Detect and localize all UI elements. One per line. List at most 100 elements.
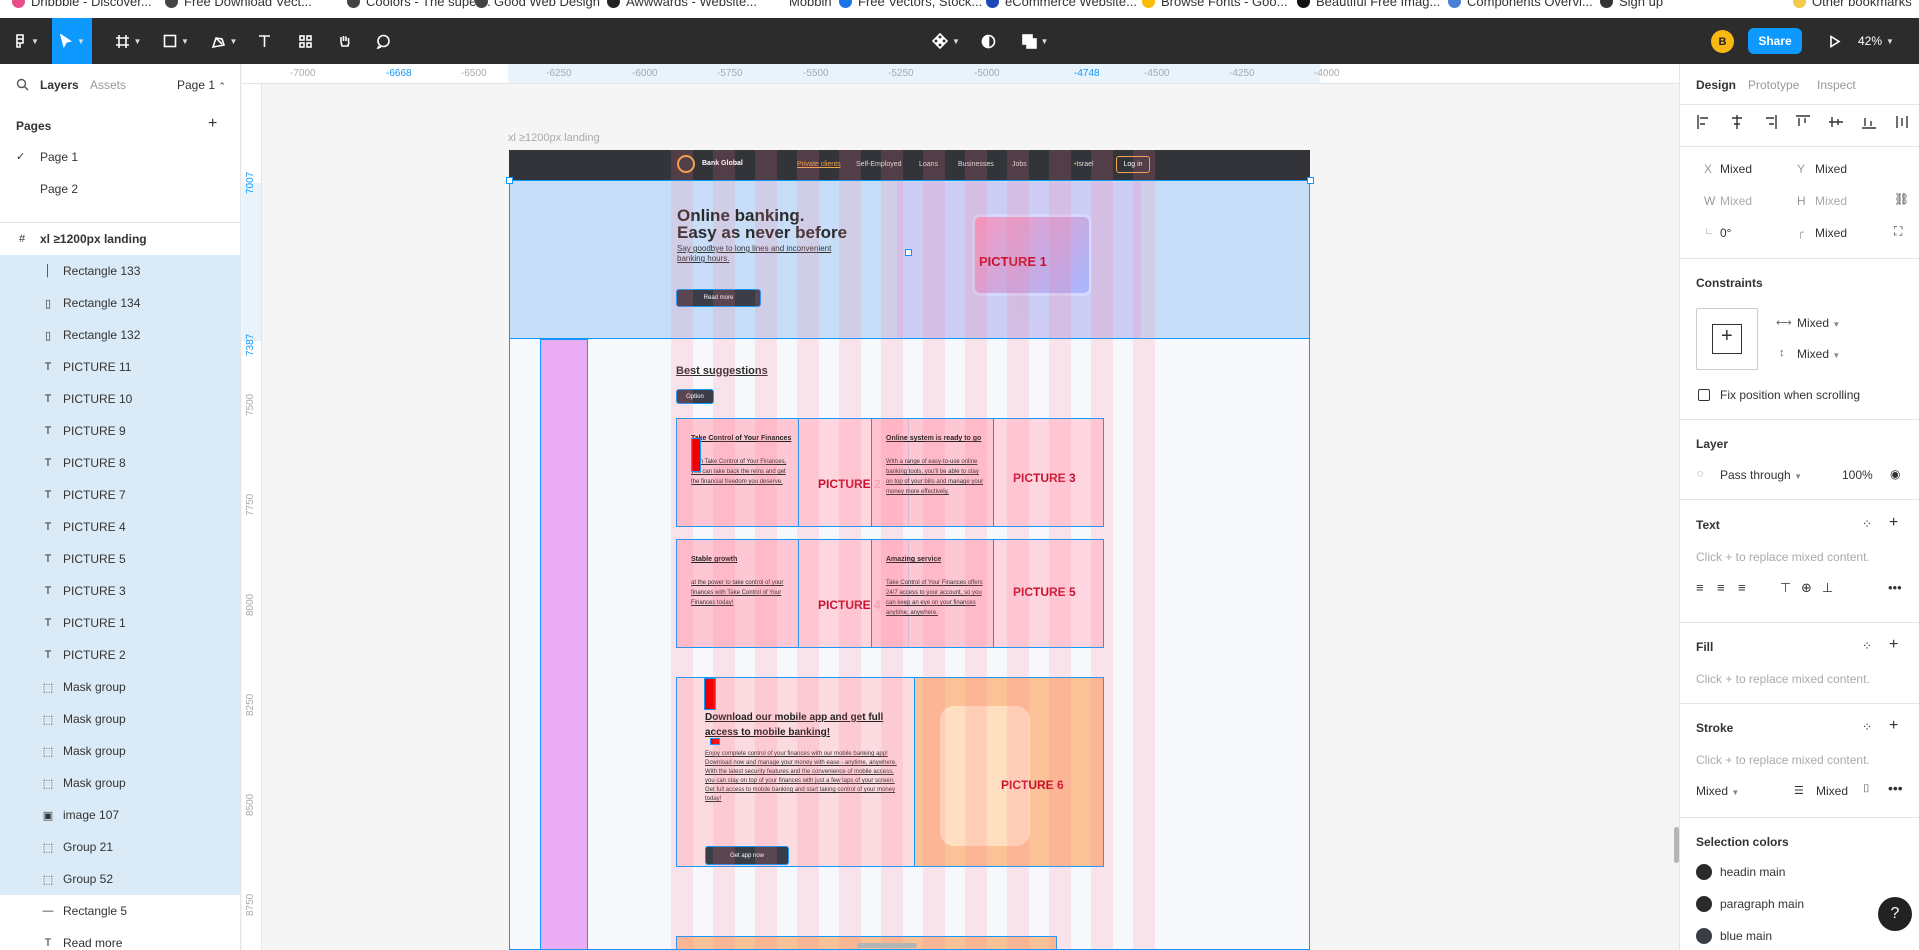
stroke-sides-icon[interactable]: ⌷ — [1863, 783, 1870, 796]
hand-tool-button[interactable] — [332, 18, 356, 64]
color-style-name[interactable]: blue main — [1720, 929, 1772, 943]
bookmark-item[interactable]: Good Web Design — [475, 0, 600, 9]
boolean-ops-button[interactable]: ▼ — [1018, 18, 1052, 64]
layer-item[interactable]: ⬚ Mask group — [0, 735, 240, 767]
fix-position-checkbox[interactable] — [1698, 389, 1710, 401]
x-field[interactable]: Mixed — [1720, 162, 1752, 176]
bookmark-item[interactable]: eCommerce Website... — [986, 0, 1137, 9]
eye-icon[interactable]: ◉ — [1890, 467, 1900, 481]
search-layers-icon[interactable] — [16, 78, 29, 94]
bookmark-item[interactable]: Browse Fonts - Goo... — [1142, 0, 1287, 9]
color-style-name[interactable]: paragraph main — [1720, 897, 1804, 911]
zoom-menu[interactable]: 42% ▼ — [1858, 18, 1894, 64]
selection-handle[interactable] — [905, 249, 912, 256]
frame-resize-handle[interactable] — [506, 177, 513, 184]
constraints-widget[interactable]: + — [1696, 308, 1758, 370]
layer-item[interactable]: T PICTURE 2 — [0, 639, 240, 671]
layer-item[interactable]: T Read more — [0, 927, 240, 950]
color-swatch[interactable] — [1696, 896, 1712, 912]
rectangle-marker[interactable] — [704, 678, 716, 710]
resources-button[interactable] — [293, 18, 317, 64]
main-menu-button[interactable]: ▼ — [10, 18, 42, 64]
layer-item[interactable]: T PICTURE 8 — [0, 447, 240, 479]
add-fill-icon[interactable]: + — [1889, 636, 1898, 654]
layer-item[interactable]: ▣ image 107 — [0, 799, 240, 831]
add-text-style-icon[interactable]: + — [1889, 514, 1898, 532]
rectangle-marker[interactable] — [691, 438, 701, 472]
tab-inspect[interactable]: Inspect — [1817, 78, 1856, 92]
layer-item[interactable]: T PICTURE 10 — [0, 383, 240, 415]
read-more-button[interactable]: Read more — [676, 289, 761, 307]
card-picture[interactable]: PICTURE 3 — [993, 419, 1103, 526]
option-button[interactable]: Option — [676, 389, 714, 404]
nav-link-loans[interactable]: Loans — [919, 161, 938, 168]
tab-assets[interactable]: Assets — [90, 78, 126, 92]
bookmark-item[interactable]: Free Download Vect... — [165, 0, 312, 9]
layer-item[interactable]: T PICTURE 7 — [0, 479, 240, 511]
distribute-icon[interactable] — [1894, 114, 1910, 130]
nav-link-businesses[interactable]: Businesses — [958, 161, 994, 168]
h-field[interactable]: Mixed — [1815, 194, 1847, 208]
constrain-proportions-icon[interactable]: ⛓ — [1894, 192, 1909, 206]
picture-1-label[interactable]: PICTURE 1 — [979, 254, 1047, 269]
move-tool-button[interactable]: ▼ — [52, 18, 92, 64]
more-text-options-icon[interactable]: ••• — [1888, 580, 1902, 595]
layer-item[interactable]: T PICTURE 3 — [0, 575, 240, 607]
app-promo-title[interactable]: Download our mobile app and get full acc… — [705, 710, 915, 740]
stroke-styles-icon[interactable]: ⁘ — [1862, 720, 1872, 734]
tab-layers[interactable]: Layers — [40, 78, 79, 92]
suggestion-card[interactable]: PICTURE 5 Amazing service Take Control of … — [871, 539, 1104, 648]
frame-resize-handle[interactable] — [1307, 177, 1314, 184]
text-tool-button[interactable] — [252, 18, 276, 64]
design-canvas[interactable]: xl ≥1200px landing Bank Global Private c… — [262, 84, 1679, 950]
login-button[interactable]: Log in — [1116, 156, 1150, 173]
layer-item[interactable]: T PICTURE 5 — [0, 543, 240, 575]
vertical-constraint-select[interactable]: Mixed ▼ — [1797, 347, 1840, 361]
suggestion-card[interactable]: PICTURE 3 Online system is ready to go Wit… — [871, 418, 1104, 527]
stroke-weight-field[interactable]: Mixed — [1816, 784, 1848, 798]
bookmark-item[interactable]: Dribbble - Discover... — [12, 0, 152, 9]
text-align-middle-icon[interactable]: ⊕ — [1801, 580, 1812, 596]
layer-frame-xl-landing[interactable]: # xl ≥1200px landing — [0, 223, 240, 255]
independent-corners-icon[interactable]: ⛶ — [1894, 224, 1902, 239]
tab-prototype[interactable]: Prototype — [1748, 78, 1799, 92]
align-horizontal-center-icon[interactable] — [1729, 114, 1745, 130]
card-text[interactable]: Take Control of Your Finances offers 24/… — [886, 578, 986, 618]
nav-link-jobs[interactable]: Jobs — [1012, 161, 1027, 168]
w-field[interactable]: Mixed — [1720, 194, 1752, 208]
align-left-icon[interactable] — [1696, 114, 1712, 130]
text-align-bottom-icon[interactable]: ⊥ — [1822, 580, 1833, 596]
text-align-right-icon[interactable]: ≡ — [1738, 580, 1746, 595]
card-title[interactable]: Online system is ready to go — [886, 435, 981, 442]
layer-item[interactable]: │ Rectangle 133 — [0, 255, 240, 287]
component-actions-button[interactable]: ▼ — [928, 18, 964, 64]
align-bottom-icon[interactable] — [1861, 114, 1877, 130]
more-options-icon[interactable]: ••• — [1888, 780, 1903, 796]
nav-link-self-employed[interactable]: Self-Employed — [856, 161, 902, 168]
opacity-field[interactable]: 100% — [1842, 468, 1873, 482]
layer-item[interactable]: ▯ Rectangle 134 — [0, 287, 240, 319]
text-align-top-icon[interactable]: ⊤ — [1780, 580, 1791, 596]
layer-item[interactable]: — Rectangle 5 — [0, 895, 240, 927]
present-button[interactable] — [1822, 18, 1846, 64]
site-nav[interactable]: Bank Global Private clients Self-Employe… — [509, 150, 1310, 180]
card-title[interactable]: Stable growth — [691, 556, 737, 563]
tab-design[interactable]: Design — [1696, 78, 1736, 92]
layer-item[interactable]: ▯ Rectangle 132 — [0, 319, 240, 351]
corner-radius-field[interactable]: Mixed — [1815, 226, 1847, 240]
layer-item[interactable]: ⬚ Mask group — [0, 767, 240, 799]
comment-tool-button[interactable] — [371, 18, 395, 64]
add-page-icon[interactable]: + — [208, 115, 217, 133]
page-item-2[interactable]: Page 2 — [0, 176, 240, 202]
bookmark-item[interactable]: Mobbin — [770, 0, 832, 9]
layer-item[interactable]: T PICTURE 11 — [0, 351, 240, 383]
bookmark-item[interactable]: Components Overvi... — [1448, 0, 1593, 9]
color-style-name[interactable]: headin main — [1720, 865, 1785, 879]
layer-item[interactable]: T PICTURE 9 — [0, 415, 240, 447]
card-picture[interactable]: PICTURE 5 — [993, 540, 1103, 647]
bookmark-item[interactable]: Free Vectors, Stock... — [839, 0, 982, 9]
blend-mode-select[interactable]: Pass through ▼ — [1720, 468, 1802, 482]
hero-subtitle[interactable]: Say goodbye to long lines and inconvenie… — [677, 244, 857, 264]
fill-styles-icon[interactable]: ⁘ — [1862, 639, 1872, 653]
layer-item[interactable]: ⬚ Group 21 — [0, 831, 240, 863]
